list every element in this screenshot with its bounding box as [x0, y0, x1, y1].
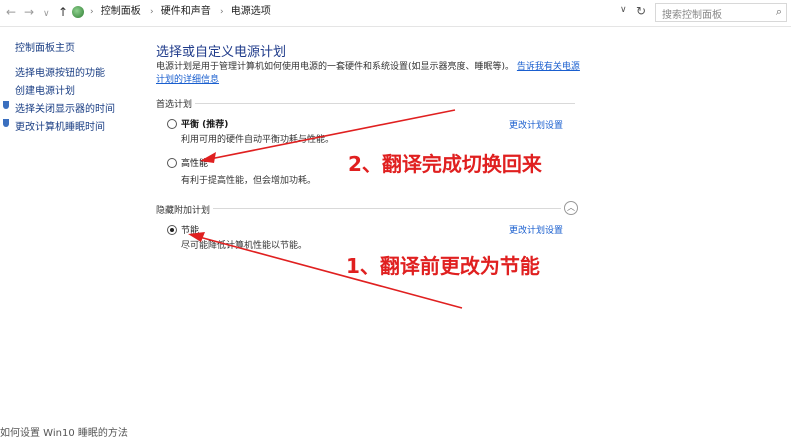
annotation-switch-back: 2、翻译完成切换回来: [348, 152, 542, 176]
annotation-arrows: [188, 109, 463, 309]
arrowhead-top: [200, 152, 216, 163]
arrowhead-bottom: [188, 232, 205, 242]
annotation-change-to-power-saver: 1、翻译前更改为节能: [346, 254, 540, 278]
bottom-partial-text: 如何设置 Win10 睡眠的方法: [0, 428, 128, 439]
